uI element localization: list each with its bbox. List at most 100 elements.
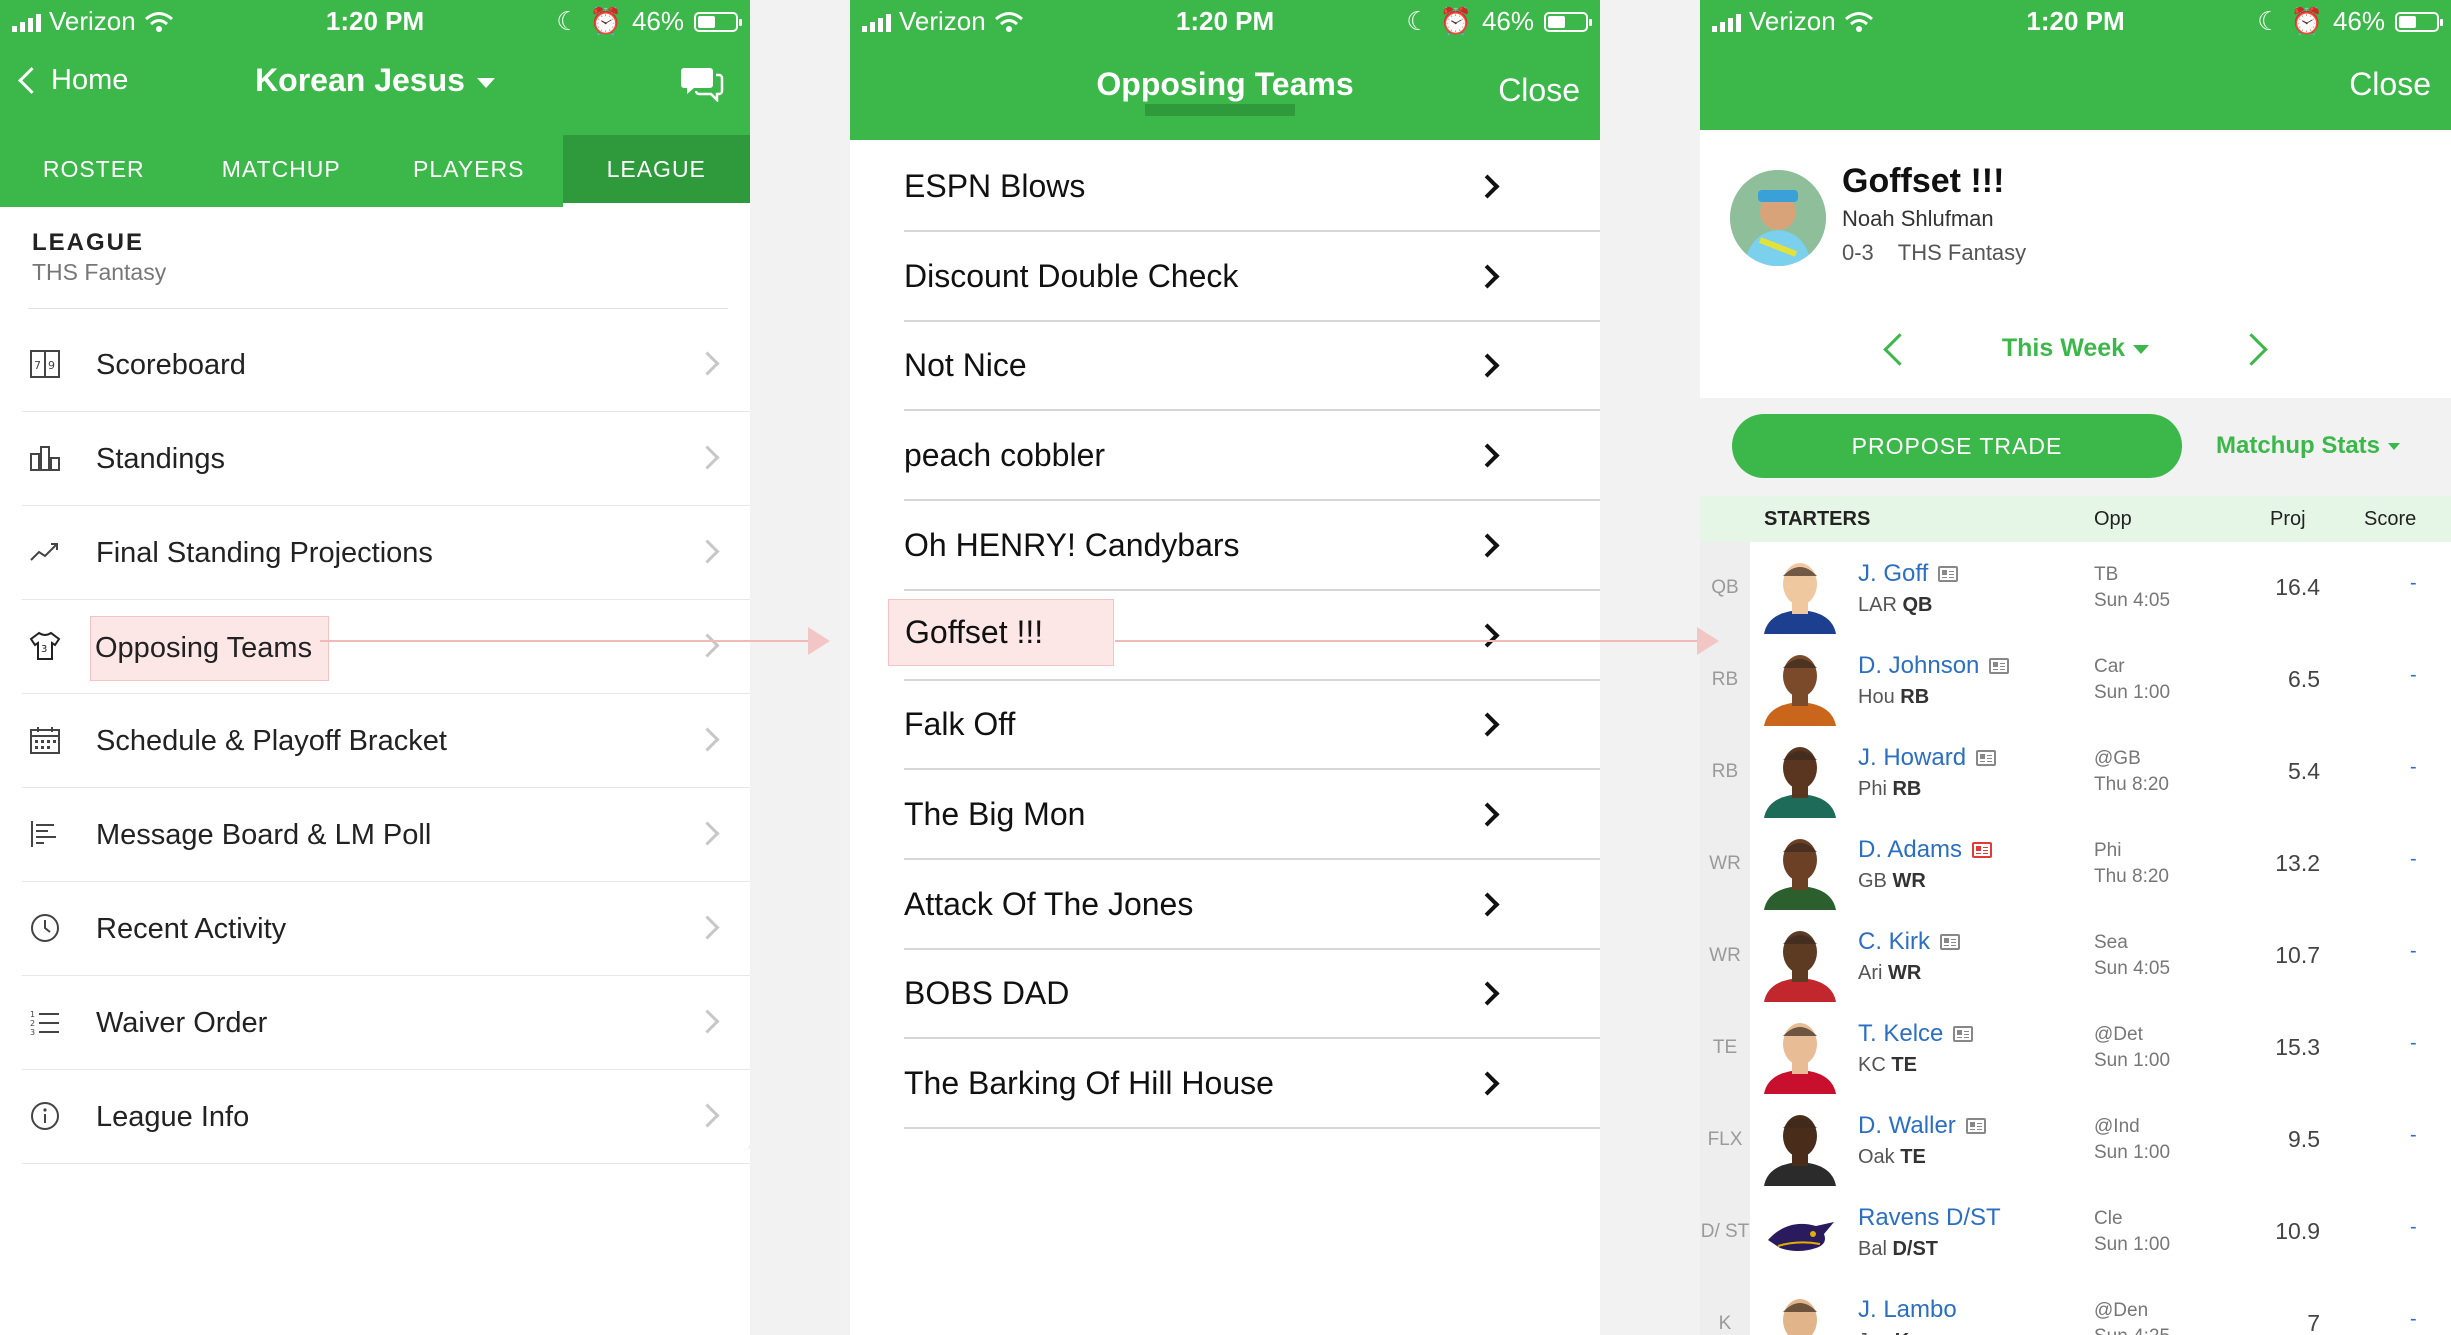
player-team: Jax [1858, 1330, 1889, 1335]
player-name[interactable]: J. Goff [1858, 560, 1959, 588]
player-headshot [1758, 920, 1842, 1002]
table-row[interactable]: FLX D. Waller Oak TE @Ind Sun 1:00 9.5 - [1700, 1094, 2451, 1188]
score: - [2410, 1032, 2417, 1054]
menu-item-recent-activity[interactable]: Recent Activity [22, 881, 750, 976]
table-row[interactable]: QB J. Goff LAR QB TB Sun 4:05 16.4 - [1700, 542, 2451, 636]
annotation-arrow-2 [1115, 627, 1719, 655]
menu-item-schedule-playoff-bracket[interactable]: Schedule & Playoff Bracket [22, 693, 750, 788]
player-position: TE [1900, 1146, 1926, 1168]
menu-item-league-info[interactable]: League Info [22, 1069, 750, 1164]
player-team: LAR [1858, 594, 1897, 616]
player-name[interactable]: D. Johnson [1858, 652, 2010, 680]
player-team-pos: Phi RB [1858, 778, 1921, 801]
matchup-stats-dropdown[interactable]: Matchup Stats [2216, 432, 2401, 460]
tab-roster[interactable]: ROSTER [0, 135, 188, 207]
league-screen: Verizon 1:20 PM ☾ ⏰ 46% Home Korean Jesu… [0, 0, 750, 1335]
team-list-item[interactable]: Not Nice [904, 319, 1600, 412]
player-name[interactable]: J. Howard [1858, 744, 1997, 772]
news-icon[interactable] [1989, 658, 2010, 674]
table-row[interactable]: K J. Lambo Jax K @Den Sun 4:25 7 - [1700, 1278, 2451, 1335]
table-row[interactable]: WR C. Kirk Ari WR Sea Sun 4:05 10.7 - [1700, 910, 2451, 1004]
menu-item-waiver-order[interactable]: 1 2 3 Waiver Order [22, 975, 750, 1070]
close-button[interactable]: Close [1498, 72, 1580, 109]
player-team-pos: KC TE [1858, 1054, 1917, 1077]
player-position: WR [1892, 870, 1926, 892]
opponent: @Ind [2094, 1116, 2140, 1137]
team-league: THS Fantasy [1897, 240, 2027, 265]
player-headshot [1758, 828, 1842, 910]
game-time: Thu 8:20 [2094, 774, 2169, 795]
chevron-right-icon [695, 1103, 720, 1128]
player-name[interactable]: J. Lambo [1858, 1296, 1957, 1324]
propose-trade-button[interactable]: PROPOSE TRADE [1732, 414, 2182, 478]
score: - [2410, 848, 2417, 870]
player-position: QB [1902, 594, 1933, 616]
status-bar: Verizon 1:20 PM ☾ ⏰ 46% [850, 0, 1600, 42]
close-button[interactable]: Close [2349, 66, 2431, 103]
table-row[interactable]: RB J. Howard Phi RB @GB Thu 8:20 5.4 - [1700, 726, 2451, 820]
team-record: 0-3 [1842, 240, 1874, 265]
player-name[interactable]: D. Waller [1858, 1112, 1986, 1140]
league-name: THS Fantasy [32, 259, 167, 285]
divider [28, 308, 728, 309]
team-list-item[interactable]: The Barking Of Hill House [904, 1037, 1600, 1129]
table-row[interactable]: RB D. Johnson Hou RB Car Sun 1:00 6.5 - [1700, 634, 2451, 728]
table-row[interactable]: D/ ST Ravens D/ST Bal D/ST Cle Sun 1:00 10.9 - [1700, 1186, 2451, 1280]
team-list-item[interactable]: Attack Of The Jones [904, 858, 1600, 950]
team-name: Goffset !!! [1842, 162, 2005, 200]
team-list-item[interactable]: BOBS DAD [904, 947, 1600, 1040]
menu-item-scoreboard[interactable]: 7 9 Scoreboard [22, 317, 750, 412]
slot-label: RB [1700, 726, 1750, 818]
week-selector[interactable]: This Week [1700, 334, 2451, 363]
tab-players[interactable]: PLAYERS [375, 135, 563, 207]
table-row[interactable]: TE T. Kelce KC TE @Det Sun 1:00 15.3 - [1700, 1002, 2451, 1096]
title-underline [1145, 104, 1295, 116]
team-list-item[interactable]: Oh HENRY! Candybars [904, 499, 1600, 591]
team-header: Verizon 1:20 PM ☾ ⏰ 46% Close [1700, 0, 2451, 130]
news-icon[interactable] [1953, 1026, 1974, 1042]
player-team: Phi [1858, 778, 1887, 800]
player-name-text: Ravens D/ST [1858, 1204, 2001, 1231]
team-owner: Noah Shlufman [1842, 206, 1994, 231]
team-list-item[interactable]: Discount Double Check [904, 230, 1600, 322]
svg-text:7: 7 [34, 359, 41, 372]
player-name[interactable]: Ravens D/ST [1858, 1204, 2001, 1232]
tab-league[interactable]: LEAGUE [562, 135, 750, 207]
moon-icon: ☾ [556, 6, 580, 36]
team-list-item[interactable]: The Big Mon [904, 768, 1600, 860]
menu-item-message-board-lm-poll[interactable]: Message Board & LM Poll [22, 787, 750, 882]
tab-matchup[interactable]: MATCHUP [188, 135, 376, 207]
player-team: Oak [1858, 1146, 1895, 1168]
chevron-right-icon [695, 915, 720, 940]
player-name[interactable]: T. Kelce [1858, 1020, 1974, 1048]
menu-item-opposing-teams[interactable]: 3 Opposing Teams [22, 599, 750, 694]
opposing-teams-screen: Verizon 1:20 PM ☾ ⏰ 46% Opposing Teams C… [850, 0, 1600, 1335]
news-icon[interactable] [1972, 842, 1993, 858]
menu-item-final-standing-projections[interactable]: Final Standing Projections [22, 505, 750, 600]
menu-item-label: Message Board & LM Poll [96, 819, 432, 851]
team-list-item[interactable]: ESPN Blows [904, 140, 1600, 232]
status-bar: Verizon 1:20 PM ☾ ⏰ 46% [0, 0, 750, 42]
news-icon[interactable] [1940, 934, 1960, 950]
team-list-item[interactable]: Goffset !!! [888, 589, 1600, 681]
battery-icon [694, 11, 742, 32]
team-list-item[interactable]: Falk Off [904, 678, 1600, 771]
player-team: Ari [1858, 962, 1883, 984]
player-name[interactable]: C. Kirk [1858, 928, 1960, 956]
opponent: Car [2094, 656, 2125, 677]
menu-item-label: Opposing Teams [90, 616, 330, 681]
opponent: TB [2094, 564, 2119, 585]
team-switcher[interactable]: Korean Jesus [0, 62, 750, 99]
table-row[interactable]: WR D. Adams GB WR Phi Thu 8:20 13.2 - [1700, 818, 2451, 912]
info-icon [28, 1099, 62, 1133]
menu-item-standings[interactable]: Standings [22, 411, 750, 506]
news-icon[interactable] [1938, 566, 1959, 582]
opposing-header: Verizon 1:20 PM ☾ ⏰ 46% Opposing Teams C… [850, 0, 1600, 140]
player-name[interactable]: D. Adams [1858, 836, 1993, 864]
team-list-item[interactable]: peach cobbler [904, 409, 1600, 502]
chat-button[interactable] [680, 66, 724, 107]
news-icon[interactable] [1976, 750, 1997, 766]
slot-label: WR [1700, 910, 1750, 1002]
news-icon[interactable] [1965, 1118, 1986, 1134]
projected-points: 9.5 [2288, 1126, 2320, 1152]
